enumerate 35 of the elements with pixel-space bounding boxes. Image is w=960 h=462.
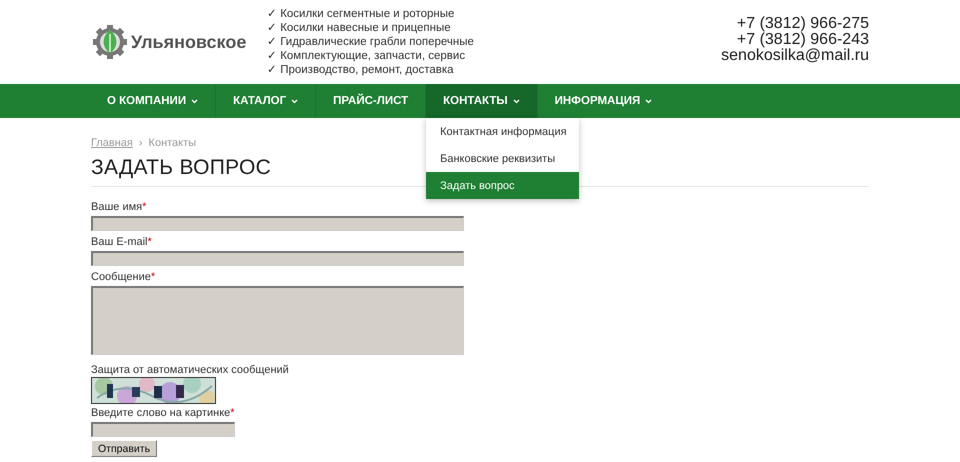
field-label: Ваше имя* — [91, 200, 148, 214]
feature-item: ✓ Гидравлические грабли поперечные — [267, 35, 474, 49]
input-field[interactable] — [91, 422, 235, 437]
feature-item: ✓ Комплектующие, запчасти, сервис — [267, 49, 466, 63]
feature-item: ✓ Косилки сегментные и роторные — [267, 7, 456, 21]
menu-item[interactable]: Контактная информация — [426, 118, 580, 145]
feature-item: ✓ Производство, ремонт, доставка — [267, 63, 455, 77]
breadcrumb-separator: › — [138, 137, 143, 149]
email-link[interactable]: senokosilka@mail.ru — [721, 48, 869, 64]
field-label: Ваш E-mail* — [91, 235, 153, 249]
nav-item[interactable]: КАТАЛОГ — [216, 84, 316, 118]
phone-number: +7 (3812) 966-243 — [736, 32, 869, 48]
input-field[interactable] — [91, 251, 464, 266]
breadcrumb-link[interactable]: Главная — [91, 137, 133, 149]
chevron-down-icon — [191, 98, 198, 104]
field-label: Защита от автоматических сообщений — [91, 363, 290, 377]
field-label: Сообщение* — [91, 270, 156, 284]
submit-button[interactable]: Отправить — [91, 440, 158, 457]
chevron-down-icon — [645, 98, 652, 104]
menu-item[interactable]: Банковские реквизиты — [426, 145, 580, 172]
phone-number: +7 (3812) 966-275 — [736, 16, 869, 32]
feature-item: ✓ Косилки навесные и прицепные — [267, 21, 452, 35]
chevron-down-icon — [291, 98, 298, 104]
chevron-down-icon — [512, 98, 520, 104]
nav-item[interactable]: КОНТАКТЫ — [426, 84, 537, 118]
nav-item[interactable]: ИНФОРМАЦИЯ — [538, 84, 670, 118]
message-field[interactable] — [91, 286, 464, 355]
logo-icon — [92, 24, 128, 60]
nav-item[interactable]: ПРАЙС-ЛИСТ — [316, 84, 426, 118]
menu-item[interactable]: Задать вопрос — [426, 172, 580, 199]
logo-text: Ульяновское — [131, 32, 246, 52]
nav-item[interactable]: О КОМПАНИИ — [90, 84, 216, 118]
breadcrumb-current: Контакты — [148, 137, 196, 149]
field-label: Введите слово на картинке* — [91, 406, 236, 420]
input-field[interactable] — [91, 216, 464, 231]
